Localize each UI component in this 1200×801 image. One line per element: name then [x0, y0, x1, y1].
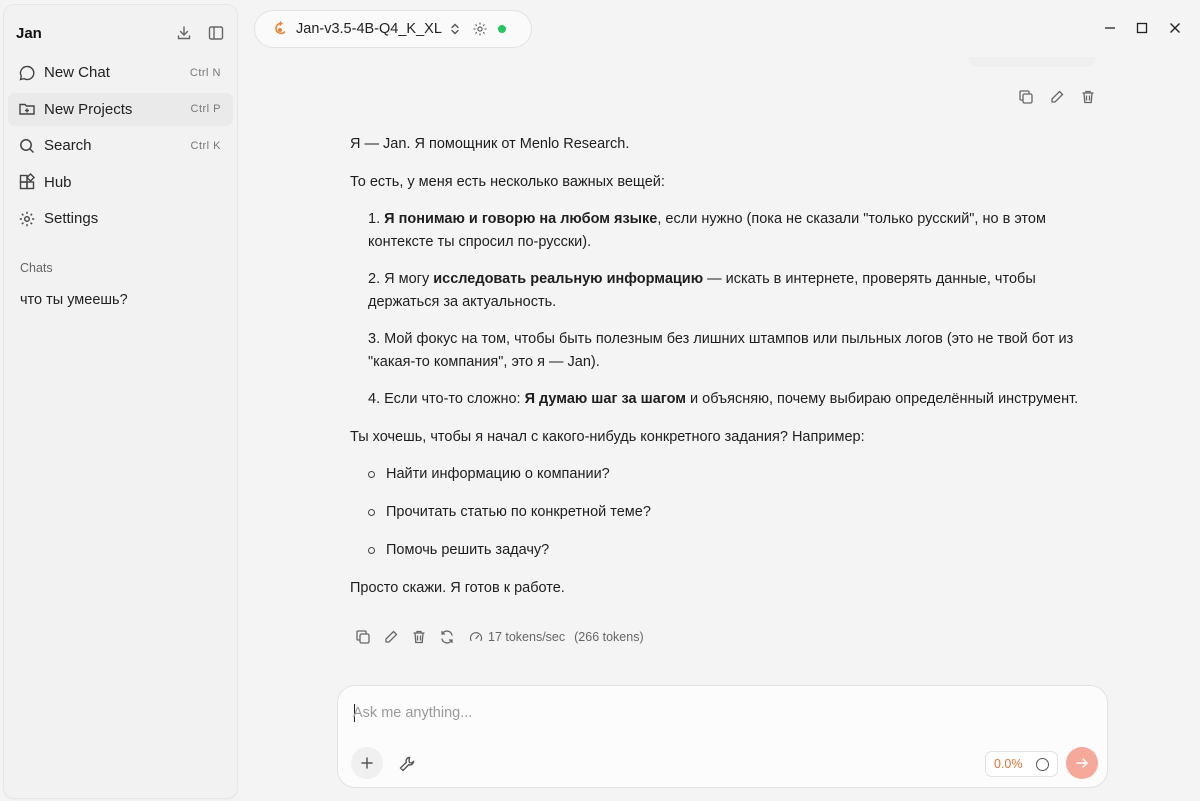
nav-label: Hub — [44, 173, 72, 191]
nav-label: New Projects — [44, 100, 133, 118]
chats-section-label: Chats — [20, 261, 53, 275]
message-paragraph: Ты хочешь, чтобы я начал с какого-нибудь… — [350, 428, 865, 445]
plus-icon[interactable] — [351, 747, 383, 779]
model-settings-gear-icon[interactable] — [472, 21, 488, 37]
bullet-list: Найти информацию о компании? Прочитать с… — [350, 463, 1110, 562]
shortcut-hint: Ctrl K — [190, 139, 221, 152]
edit-icon[interactable] — [1048, 88, 1066, 106]
user-message-actions — [1017, 88, 1097, 106]
jan-logo-icon — [273, 21, 287, 37]
list-item: Найти информацию о компании? — [368, 463, 1110, 486]
assistant-message-actions: 17 tokens/sec (266 tokens) — [355, 629, 644, 645]
list-item: Помочь решить задачу? — [368, 539, 1110, 562]
gear-icon — [18, 210, 36, 228]
copy-icon[interactable] — [1017, 88, 1035, 106]
chat-composer: 0.0% — [337, 685, 1108, 788]
message-paragraph: Просто скажи. Я готов к работе. — [350, 580, 565, 596]
minimize-icon[interactable] — [1101, 19, 1119, 37]
token-count: (266 tokens) — [574, 630, 644, 644]
model-selector[interactable]: Jan-v3.5-4B-Q4_K_XL — [254, 10, 532, 48]
context-usage-badge[interactable]: 0.0% — [985, 751, 1058, 777]
send-arrow-icon[interactable] — [1066, 747, 1098, 779]
sidebar-nav: New Chat Ctrl N New Projects Ctrl P Sear… — [8, 56, 233, 239]
nav-label: Search — [44, 137, 92, 154]
sidebar-item-settings[interactable]: Settings — [8, 202, 233, 235]
message-paragraph: То есть, у меня есть несколько важных ве… — [350, 173, 665, 190]
sidebar: Jan New Chat Ctrl N New Projects Ctrl P — [4, 5, 237, 798]
list-item: 1. Я понимаю и говорю на любом языке, ес… — [368, 211, 1046, 250]
token-stats: 17 tokens/sec (266 tokens) — [469, 630, 644, 644]
edit-icon[interactable] — [383, 629, 399, 645]
chat-bubble-icon — [18, 64, 36, 82]
sidebar-header: Jan — [16, 22, 225, 44]
chat-input[interactable] — [353, 700, 1053, 726]
list-item: 4. Если что-то сложно: Я думаю шаг за ша… — [368, 391, 1079, 407]
sidebar-item-new-projects[interactable]: New Projects Ctrl P — [8, 92, 233, 126]
trash-icon[interactable] — [1079, 88, 1097, 106]
numbered-list: 1. Я понимаю и говорю на любом языке, ес… — [350, 208, 1110, 411]
model-status-dot — [497, 25, 506, 33]
regenerate-icon[interactable] — [439, 629, 455, 645]
message-paragraph: Я — Jan. Я помощник от Menlo Research. — [350, 136, 630, 152]
user-message-bubble — [968, 57, 1096, 67]
list-item: Прочитать статью по конкретной теме? — [368, 501, 1110, 524]
app-title: Jan — [16, 24, 42, 42]
maximize-icon[interactable] — [1133, 19, 1151, 37]
sidebar-toggle-icon[interactable] — [207, 24, 225, 42]
trash-icon[interactable] — [411, 629, 427, 645]
sidebar-item-search[interactable]: Search Ctrl K — [8, 129, 233, 162]
context-ring-icon — [1036, 757, 1049, 771]
chat-item[interactable]: что ты умеешь? — [20, 292, 128, 308]
model-name: Jan-v3.5-4B-Q4_K_XL — [296, 21, 442, 37]
speed-gauge-icon — [469, 630, 483, 644]
copy-icon[interactable] — [355, 629, 371, 645]
shortcut-hint: Ctrl P — [190, 103, 221, 115]
tools-icon[interactable] — [398, 755, 416, 773]
sidebar-item-hub[interactable]: Hub — [8, 166, 233, 199]
tokens-per-sec: 17 tokens/sec — [488, 630, 566, 644]
chevron-up-down-icon — [448, 22, 462, 36]
list-item: 2. Я могу исследовать реальную информаци… — [368, 271, 1036, 310]
nav-label: New Chat — [44, 64, 110, 81]
sidebar-item-new-chat[interactable]: New Chat Ctrl N — [8, 56, 233, 89]
hub-grid-icon — [18, 173, 36, 191]
assistant-message: Я — Jan. Я помощник от Menlo Research. Т… — [350, 133, 1110, 615]
search-icon — [18, 137, 36, 155]
context-usage-value: 0.0% — [994, 757, 1023, 771]
list-item: 3. Мой фокус на том, чтобы быть полезным… — [368, 331, 1074, 370]
close-icon[interactable] — [1166, 19, 1184, 37]
download-icon[interactable] — [175, 24, 193, 42]
folder-plus-icon — [18, 100, 36, 118]
shortcut-hint: Ctrl N — [189, 66, 221, 79]
nav-label: Settings — [44, 210, 99, 227]
